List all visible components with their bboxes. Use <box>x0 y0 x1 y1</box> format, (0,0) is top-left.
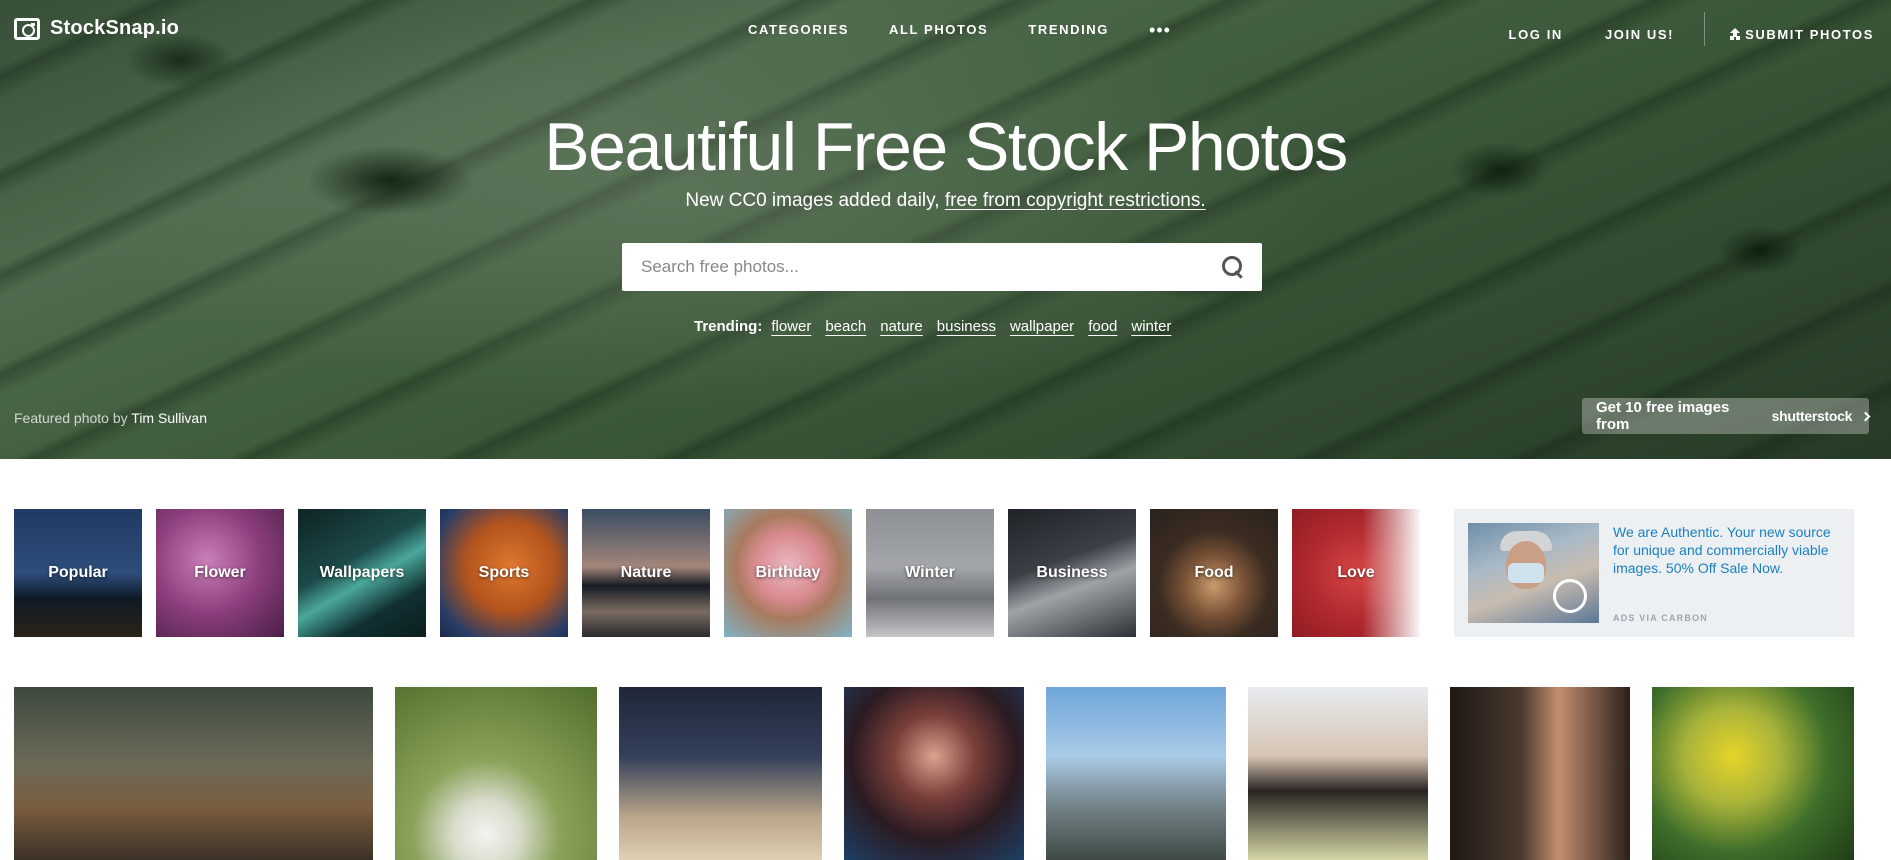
featured-prefix: Featured photo by <box>14 410 132 426</box>
trending-tag-beach[interactable]: beach <box>825 318 866 335</box>
logo-text: StockSnap.io <box>50 17 180 39</box>
trending-tag-winter[interactable]: winter <box>1131 318 1171 335</box>
copyright-link[interactable]: free from copyright restrictions. <box>945 190 1206 211</box>
photo-tile[interactable] <box>1652 687 1854 860</box>
nav-right: LOG IN JOIN US! SUBMIT PHOTOS <box>1467 12 1874 46</box>
camera-icon <box>14 17 40 40</box>
photo-tile[interactable] <box>619 687 822 860</box>
ad-via-label[interactable]: ADS VIA CARBON <box>1613 613 1840 623</box>
category-label: Wallpapers <box>319 564 405 581</box>
category-label: Popular <box>48 564 108 581</box>
category-label: Food <box>1194 564 1234 581</box>
trending-tag-food[interactable]: food <box>1088 318 1117 335</box>
scroll-fade <box>1362 509 1420 637</box>
nav-divider <box>1704 12 1706 46</box>
hero-background <box>0 0 1891 459</box>
photo-tile[interactable] <box>844 687 1024 860</box>
ad-copy[interactable]: We are Authentic. Your new source for un… <box>1613 523 1840 577</box>
trending-tags: Trending: flower beach nature business w… <box>694 318 1185 335</box>
shutterstock-cta: Get 10 free images from <box>1596 399 1730 433</box>
trending-label: Trending: <box>694 318 763 335</box>
photo-tile[interactable] <box>1248 687 1428 860</box>
photo-tile[interactable] <box>1046 687 1226 860</box>
featured-credit: Featured photo by Tim Sullivan <box>14 410 207 426</box>
trending-tag-business[interactable]: business <box>937 318 996 335</box>
search-input[interactable] <box>622 243 1222 291</box>
hero-title: Beautiful Free Stock Photos <box>544 109 1348 185</box>
nav-center: CATEGORIES ALL PHOTOS TRENDING ••• <box>748 21 1171 39</box>
hero-subtitle: New CC0 images added daily, free from co… <box>0 190 1891 212</box>
category-birthday[interactable]: Birthday <box>724 509 852 637</box>
nav-trending[interactable]: TRENDING <box>1028 22 1109 37</box>
category-sports[interactable]: Sports <box>440 509 568 637</box>
featured-author-link[interactable]: Tim Sullivan <box>131 410 207 426</box>
join-link[interactable]: JOIN US! <box>1605 27 1674 42</box>
upload-icon <box>1729 28 1741 40</box>
category-winter[interactable]: Winter <box>866 509 994 637</box>
photo-tile[interactable] <box>395 687 597 860</box>
shutterstock-button[interactable]: Get 10 free images from shutterstock <box>1582 398 1871 434</box>
authentic-logo-icon <box>1553 579 1587 613</box>
nav-categories[interactable]: CATEGORIES <box>748 22 849 37</box>
category-label: Birthday <box>755 564 821 581</box>
login-link[interactable]: LOG IN <box>1509 27 1563 42</box>
logo[interactable]: StockSnap.io <box>14 17 179 40</box>
category-flower[interactable]: Flower <box>156 509 284 637</box>
trending-tag-wallpaper[interactable]: wallpaper <box>1010 318 1074 335</box>
more-menu-icon[interactable]: ••• <box>1149 21 1171 39</box>
photo-tile[interactable] <box>1450 687 1630 860</box>
category-love[interactable]: Love <box>1292 509 1420 637</box>
search-box <box>622 243 1262 291</box>
search-icon[interactable] <box>1222 256 1244 278</box>
category-wallpapers[interactable]: Wallpapers <box>298 509 426 637</box>
category-label: Nature <box>620 564 672 581</box>
category-label: Flower <box>194 564 246 581</box>
category-label: Winter <box>905 564 955 581</box>
carbon-ad[interactable]: We are Authentic. Your new source for un… <box>1454 509 1854 637</box>
nav-all-photos[interactable]: ALL PHOTOS <box>889 22 988 37</box>
hero-subtitle-text: New CC0 images added daily, <box>685 190 945 211</box>
category-label: Business <box>1036 564 1108 581</box>
hero-banner: StockSnap.io CATEGORIES ALL PHOTOS TREND… <box>0 0 1891 459</box>
photo-tile[interactable] <box>14 687 373 860</box>
shutterstock-logo: shutterstock <box>1771 408 1853 424</box>
photo-grid <box>0 687 1891 860</box>
category-nature[interactable]: Nature <box>582 509 710 637</box>
chevron-right-icon <box>1860 411 1871 421</box>
ad-image <box>1468 523 1599 623</box>
trending-tag-nature[interactable]: nature <box>880 318 923 335</box>
category-food[interactable]: Food <box>1150 509 1278 637</box>
category-label: Sports <box>478 564 530 581</box>
submit-photos-label: SUBMIT PHOTOS <box>1745 26 1874 42</box>
top-nav: StockSnap.io CATEGORIES ALL PHOTOS TREND… <box>0 0 1891 60</box>
submit-photos-button[interactable]: SUBMIT PHOTOS <box>1729 27 1874 42</box>
ad-text-block: We are Authentic. Your new source for un… <box>1613 523 1840 623</box>
category-strip: Popular Flower Wallpapers Sports Nature … <box>14 509 1434 637</box>
category-popular[interactable]: Popular <box>14 509 142 637</box>
category-business[interactable]: Business <box>1008 509 1136 637</box>
trending-tag-flower[interactable]: flower <box>771 318 811 335</box>
ad-image-mask <box>1508 563 1544 583</box>
